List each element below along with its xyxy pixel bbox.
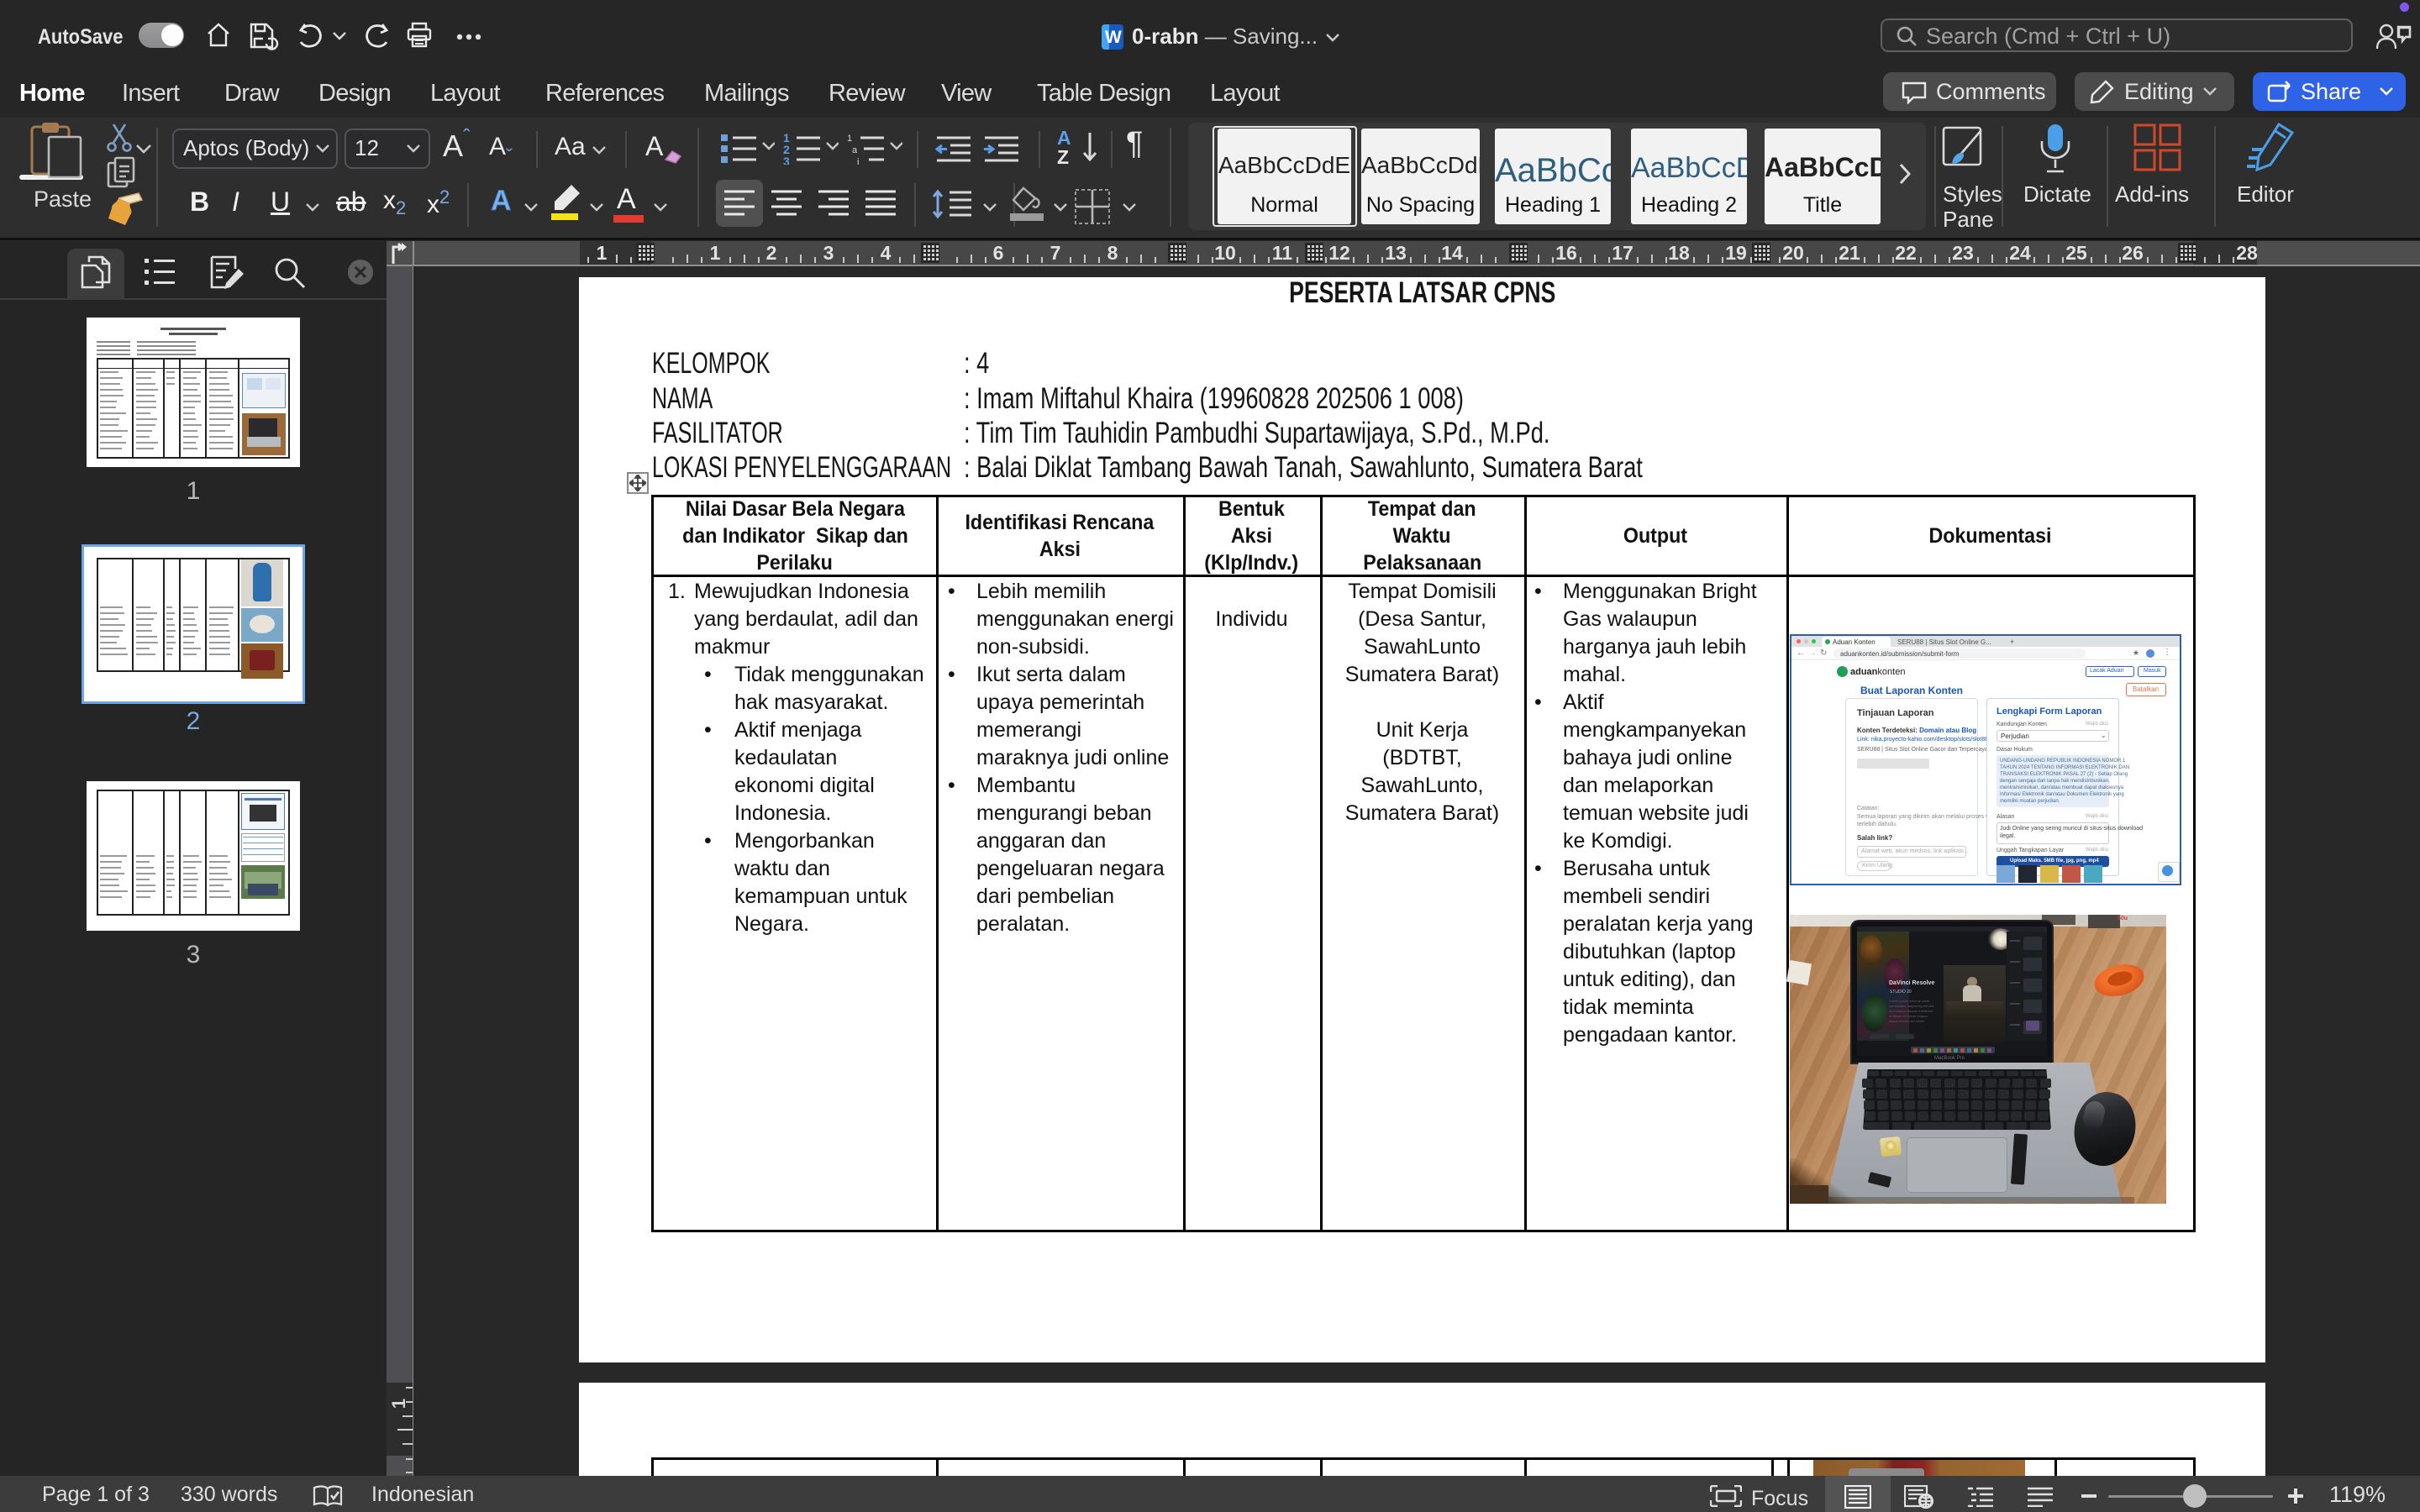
svg-text:1: 1 — [847, 134, 852, 144]
svg-text:i: i — [857, 157, 859, 165]
svg-text:a: a — [852, 145, 858, 155]
svg-text:3: 3 — [783, 155, 790, 165]
